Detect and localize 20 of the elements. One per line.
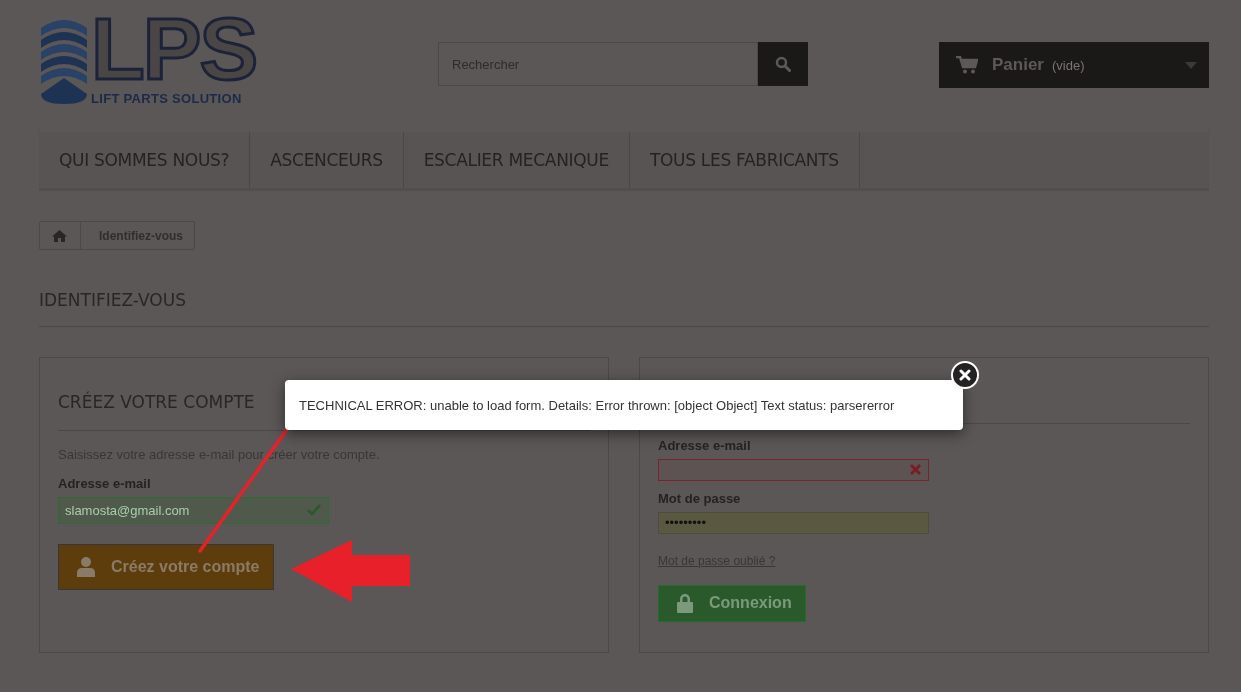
cart-icon <box>956 56 978 74</box>
close-button[interactable] <box>951 361 979 389</box>
input-field[interactable] <box>658 458 929 481</box>
close-icon <box>959 369 971 381</box>
input-field[interactable]: slamosta@gmail.com <box>58 497 329 524</box>
user-icon <box>77 557 95 577</box>
input-field[interactable]: ••••••••• <box>658 511 929 534</box>
create-account-button[interactable]: Créez votre compte <box>58 544 274 590</box>
search-button[interactable] <box>758 42 808 86</box>
cart-button[interactable]: Panier (vide) <box>939 42 1209 88</box>
cross-icon <box>909 463 922 477</box>
login-button[interactable]: Connexion <box>658 584 806 622</box>
logo[interactable]: LPS LIFT PARTS SOLUTION <box>39 12 438 106</box>
checkmark-icon <box>306 504 322 517</box>
search-icon <box>775 56 791 72</box>
lock-icon <box>677 593 693 613</box>
dropdown-caret-icon <box>1185 61 1197 69</box>
cart-status: (vide) <box>1052 57 1086 73</box>
home-icon <box>52 229 67 242</box>
cart-label: Panier <box>992 55 1044 75</box>
